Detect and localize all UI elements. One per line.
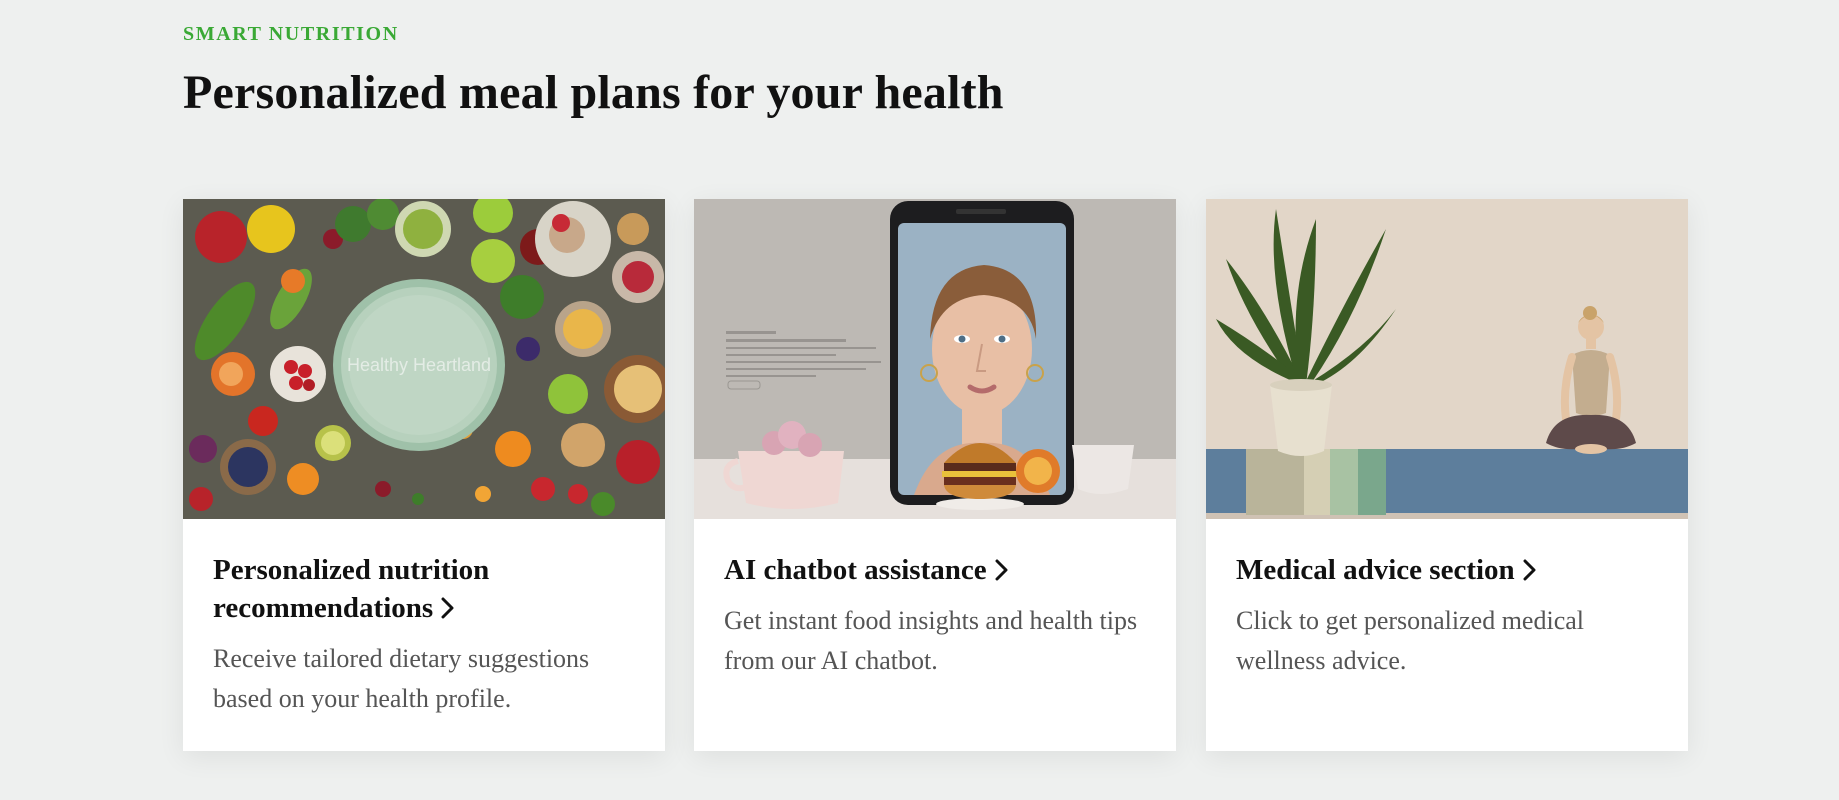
card-body: AI chatbot assistance Get instant food i… bbox=[724, 551, 1154, 681]
card-nutrition-recommendations[interactable]: Healthy Heartland Personalized nutrition… bbox=[183, 199, 665, 751]
card-image-chatbot-phone bbox=[694, 199, 1176, 519]
chevron-right-icon bbox=[1523, 559, 1536, 581]
card-body: Medical advice section Click to get pers… bbox=[1236, 551, 1666, 681]
card-title: Medical advice section bbox=[1236, 551, 1666, 589]
card-description: Receive tailored dietary suggestions bas… bbox=[213, 644, 590, 713]
card-title: Personalized nutrition recommendations bbox=[213, 551, 643, 627]
food-table-illustration: Healthy Heartland bbox=[183, 199, 665, 519]
card-ai-chatbot[interactable]: AI chatbot assistance Get instant food i… bbox=[694, 199, 1176, 751]
chatbot-phone-illustration bbox=[694, 199, 1176, 519]
chevron-right-icon bbox=[441, 597, 454, 619]
section-eyebrow: SMART NUTRITION bbox=[183, 23, 399, 45]
yoga-room-illustration bbox=[1206, 199, 1688, 519]
card-description: Click to get personalized medical wellne… bbox=[1236, 606, 1584, 675]
feature-cards: Healthy Heartland Personalized nutrition… bbox=[183, 199, 1688, 751]
card-medical-advice[interactable]: Medical advice section Click to get pers… bbox=[1206, 199, 1688, 751]
section-heading: Personalized meal plans for your health bbox=[183, 66, 1004, 119]
chevron-right-icon bbox=[995, 559, 1008, 581]
card-image-food-table: Healthy Heartland bbox=[183, 199, 665, 519]
card-description: Get instant food insights and health tip… bbox=[724, 606, 1138, 675]
nutrition-section: SMART NUTRITION Personalized meal plans … bbox=[183, 0, 1688, 800]
card-title-text: Medical advice section bbox=[1236, 554, 1515, 586]
card-body: Personalized nutrition recommendations R… bbox=[213, 551, 643, 719]
card-image-yoga-room bbox=[1206, 199, 1688, 519]
card-title: AI chatbot assistance bbox=[724, 551, 1154, 589]
card-title-text: AI chatbot assistance bbox=[724, 554, 987, 586]
plate-logo-text: Healthy Heartland bbox=[347, 355, 491, 375]
